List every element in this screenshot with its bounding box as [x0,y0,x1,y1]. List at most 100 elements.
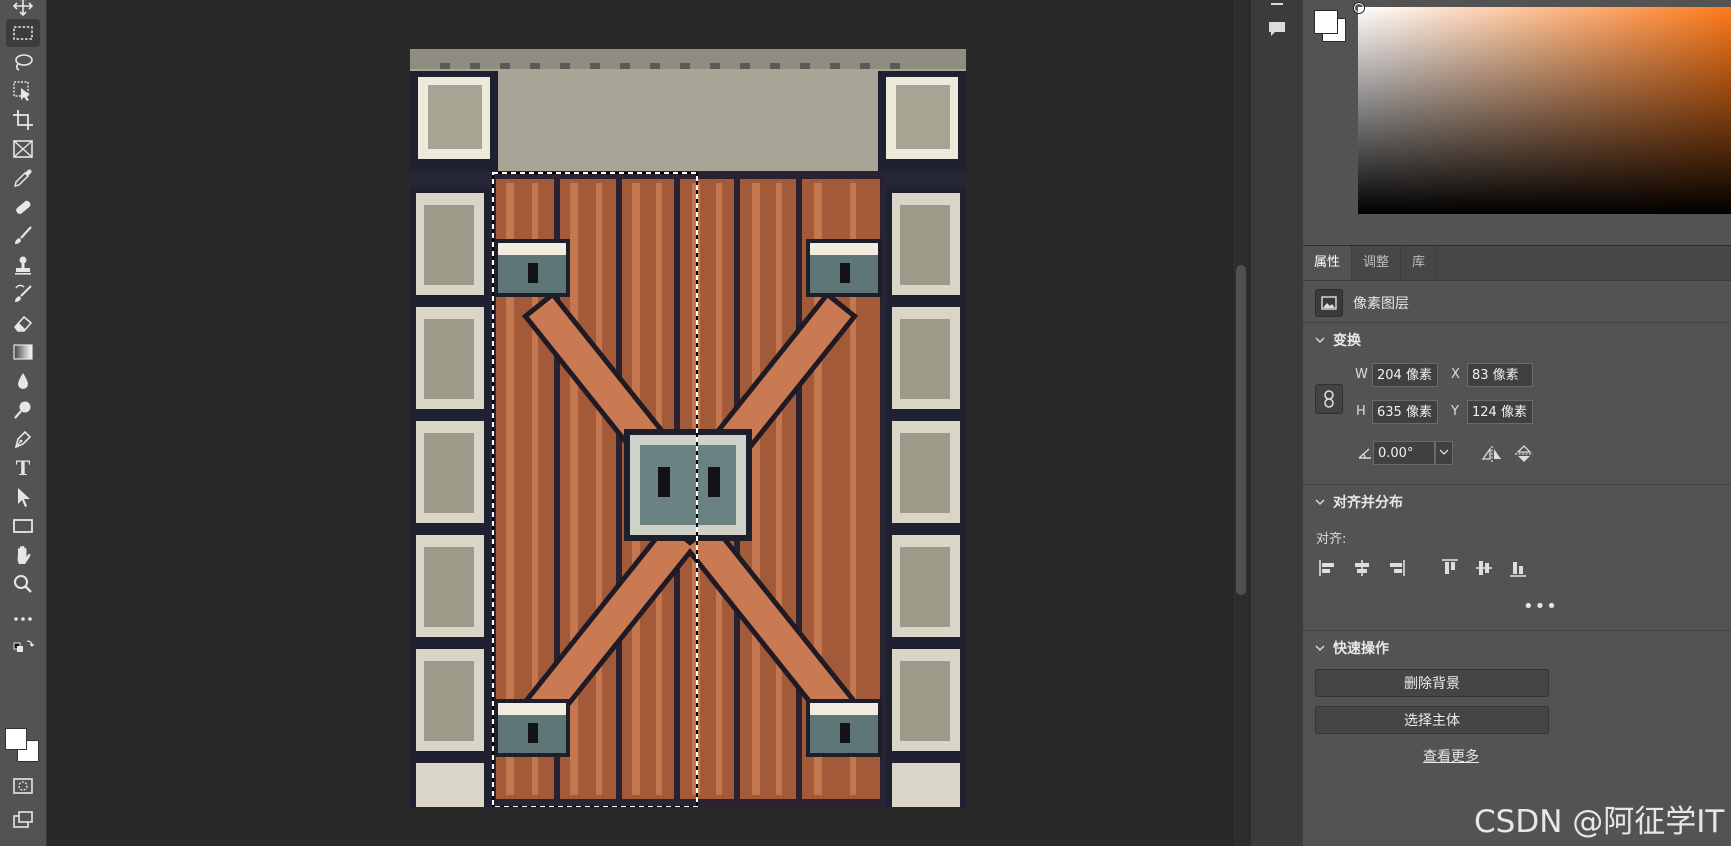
lasso-icon [15,54,33,71]
layer-type-row: 像素图层 [1315,289,1409,317]
path-select-tool[interactable] [6,483,40,511]
history-brush-icon [15,284,32,302]
frame-icon [13,140,33,158]
layer-type-label: 像素图层 [1353,296,1409,312]
color-picker-field[interactable] [1358,7,1731,214]
align-bottom-icon[interactable] [1507,557,1529,579]
align-vertical-center-icon[interactable] [1473,557,1495,579]
color-swatches[interactable] [5,728,39,762]
align-horizontal-center-icon[interactable] [1351,557,1373,579]
bandage-icon [16,200,31,214]
x-field[interactable]: 83 像素 [1467,363,1533,387]
rectangle-icon [13,519,33,533]
screen-mode-icon [13,811,33,828]
default-colors-button[interactable] [6,632,40,660]
arrow-icon [18,488,30,507]
canvas-area[interactable] [47,0,1230,846]
divider [1303,484,1731,485]
flip-horizontal-icon[interactable] [1481,444,1503,464]
link-icon [1324,390,1334,408]
rectangle-marquee-icon [13,26,33,40]
document-canvas[interactable] [410,49,966,807]
tab-libraries[interactable]: 库 [1401,246,1438,280]
dodge-tool[interactable] [6,396,40,424]
more-align-options-button[interactable]: ••• [1523,596,1558,617]
angle-field[interactable]: 0.00° [1373,441,1435,465]
pen-tool[interactable] [6,425,40,453]
comments-panel-button[interactable] [1265,17,1289,41]
brush-tool[interactable] [6,222,40,250]
move-icon [12,0,34,17]
zoom-tool[interactable] [6,570,40,598]
picker-foreground-swatch[interactable] [1314,10,1338,34]
lasso-tool[interactable] [6,48,40,76]
color-picker-cursor[interactable] [1354,3,1364,13]
hand-tool[interactable] [6,541,40,569]
healing-brush-tool[interactable] [6,193,40,221]
object-selection-icon [13,81,30,101]
chevron-down-icon [1439,449,1449,455]
comment-icon [1269,22,1285,36]
pixel-layer-icon [1315,289,1343,317]
flip-vertical-icon[interactable] [1513,444,1535,464]
more-tools[interactable] [6,605,40,633]
tab-adjustments[interactable]: 调整 [1352,246,1402,280]
eyedropper-tool[interactable] [6,164,40,192]
marquee-tool[interactable] [6,19,40,47]
width-label: W [1355,367,1368,382]
pixel-door-image [410,49,966,807]
scrollbar-thumb[interactable] [1236,265,1246,595]
eraser-icon [13,315,33,332]
screen-mode-button[interactable] [6,806,40,834]
shape-tool[interactable] [6,512,40,540]
transform-section-header[interactable]: 变换 [1315,330,1361,350]
canvas-scrollbar[interactable] [1232,0,1249,846]
see-more-link[interactable]: 查看更多 [1423,746,1479,766]
properties-tabs: 属性 调整 库 [1303,245,1731,281]
brush-icon [15,226,32,244]
angle-dropdown[interactable] [1435,441,1453,465]
quick-actions-section-header[interactable]: 快速操作 [1315,638,1389,658]
link-dimensions-button[interactable] [1315,384,1343,414]
move-tool[interactable] [6,0,40,20]
eraser-tool[interactable] [6,309,40,337]
y-label: Y [1451,404,1459,419]
right-panel: 属性 调整 库 像素图层 变换 W 204 像素 X 83 像素 H 635 像… [1303,0,1731,846]
ellipsis-icon [14,617,32,621]
stamp-icon [15,256,31,275]
divider [1303,322,1731,323]
foreground-color-swatch[interactable] [5,728,27,750]
frame-tool[interactable] [6,135,40,163]
crop-tool[interactable] [6,106,40,134]
default-colors-icon [13,640,34,652]
eyedropper-icon [13,169,32,188]
remove-background-button[interactable]: 删除背景 [1315,669,1549,697]
tab-properties[interactable]: 属性 [1303,246,1353,280]
gradient-tool[interactable] [6,338,40,366]
transform-title: 变换 [1333,333,1361,349]
blur-tool[interactable] [6,367,40,395]
type-tool[interactable]: T [6,454,40,482]
chevron-down-icon [1315,645,1325,651]
align-label: 对齐: [1316,532,1347,547]
gradient-icon [13,344,33,360]
clone-stamp-tool[interactable] [6,251,40,279]
height-field[interactable]: 635 像素 [1372,400,1438,424]
tools-panel: T [0,0,47,846]
object-select-tool[interactable] [6,77,40,105]
quick-actions-title: 快速操作 [1333,641,1389,657]
history-brush-tool[interactable] [6,280,40,308]
align-left-icon[interactable] [1317,557,1339,579]
x-label: X [1451,367,1460,382]
hand-icon [17,546,31,564]
quick-mask-button[interactable] [6,772,40,800]
divider [1303,630,1731,631]
align-top-icon[interactable] [1439,557,1461,579]
align-right-icon[interactable] [1385,557,1407,579]
pen-icon [14,430,32,449]
width-field[interactable]: 204 像素 [1372,363,1438,387]
align-section-header[interactable]: 对齐并分布 [1315,492,1403,512]
history-panel-button[interactable] [1265,0,1289,16]
select-subject-button[interactable]: 选择主体 [1315,706,1549,734]
y-field[interactable]: 124 像素 [1467,400,1533,424]
